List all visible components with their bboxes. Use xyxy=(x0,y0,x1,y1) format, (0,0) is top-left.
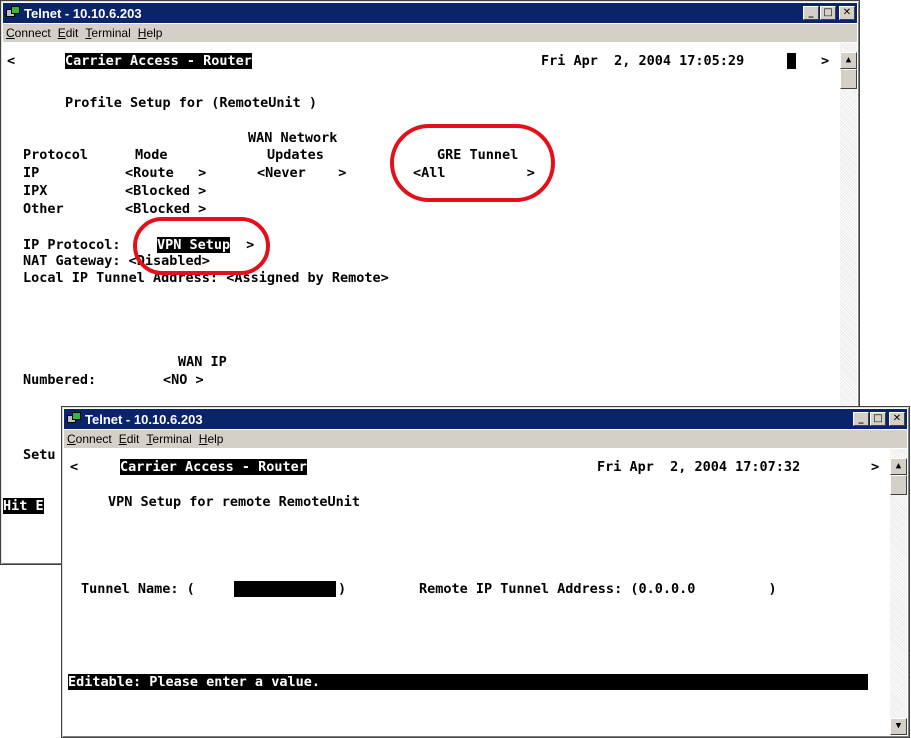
cursor xyxy=(787,53,796,69)
ip-updates-field[interactable]: <Never > xyxy=(257,165,346,181)
menu-connect[interactable]: Connect xyxy=(67,432,112,446)
window-title: Telnet - 10.10.6.203 xyxy=(85,411,203,427)
menu-bar: Connect Edit Terminal Help xyxy=(64,430,907,448)
scroll-thumb[interactable] xyxy=(890,475,907,495)
close-icon[interactable]: ✕ xyxy=(889,412,905,426)
numbered-field[interactable]: <NO > xyxy=(163,372,204,388)
close-icon[interactable]: ✕ xyxy=(839,6,855,20)
profile-title: Profile Setup for (RemoteUnit ) xyxy=(65,95,317,111)
wan-ip-header: WAN IP xyxy=(178,354,227,370)
title-bar[interactable]: Telnet - 10.10.6.203 _ □ ✕ xyxy=(64,409,907,429)
minimize-icon[interactable]: _ xyxy=(803,6,819,20)
menu-help[interactable]: Help xyxy=(138,26,163,40)
menu-connect[interactable]: Connect xyxy=(6,26,51,40)
menu-edit[interactable]: Edit xyxy=(119,432,140,446)
mode-header: Mode xyxy=(135,147,168,163)
ipx-protocol-row: IPX xyxy=(23,183,48,199)
scroll-down-icon[interactable]: ▼ xyxy=(890,718,907,735)
telnet-app-icon xyxy=(67,412,81,426)
tunnel-name-input[interactable] xyxy=(234,581,336,597)
maximize-icon[interactable]: □ xyxy=(870,412,886,426)
scroll-up-icon[interactable]: ▲ xyxy=(840,52,857,69)
telnet-app-icon xyxy=(6,6,20,20)
tunnel-name-close: ) xyxy=(338,581,347,597)
terminal-screen[interactable]: < Carrier Access - Router Fri Apr 2, 200… xyxy=(64,449,889,735)
scroll-up-icon[interactable]: ▲ xyxy=(890,458,907,475)
header-title: Carrier Access - Router xyxy=(65,53,252,69)
highlight-circle-vpn-setup xyxy=(133,217,270,275)
telnet-window-front[interactable]: Telnet - 10.10.6.203 _ □ ✕ Connect Edit … xyxy=(61,406,910,738)
tunnel-name-label: Tunnel Name: ( xyxy=(81,581,195,597)
menu-edit[interactable]: Edit xyxy=(58,26,79,40)
scroll-left-marker: < xyxy=(7,53,16,69)
ipx-mode-field[interactable]: <Blocked > xyxy=(125,183,206,199)
other-mode-field[interactable]: <Blocked > xyxy=(125,201,206,217)
ip-protocol-row: IP xyxy=(23,165,40,181)
title-bar[interactable]: Telnet - 10.10.6.203 _ □ ✕ xyxy=(3,3,857,23)
menu-help[interactable]: Help xyxy=(199,432,224,446)
highlight-circle-gre-tunnel xyxy=(390,124,555,202)
maximize-icon[interactable]: □ xyxy=(820,6,836,20)
header-datetime: Fri Apr 2, 2004 17:07:32 xyxy=(597,459,801,475)
protocol-header: Protocol xyxy=(23,147,89,163)
minimize-icon[interactable]: _ xyxy=(853,412,869,426)
scroll-left-marker: < xyxy=(70,459,79,475)
menu-terminal[interactable]: Terminal xyxy=(85,26,130,40)
window-title: Telnet - 10.10.6.203 xyxy=(24,5,142,21)
wan-network-header: WAN Network xyxy=(248,130,338,146)
hit-enter-partial-text: Hit E xyxy=(3,498,44,514)
other-protocol-row: Other xyxy=(23,201,64,217)
menu-bar: Connect Edit Terminal Help xyxy=(3,24,857,42)
scroll-right-marker: > xyxy=(821,53,830,69)
ip-protocol-label: IP Protocol: xyxy=(23,237,121,253)
ip-mode-field[interactable]: <Route > xyxy=(125,165,206,181)
remote-ip-tunnel-field[interactable]: Remote IP Tunnel Address: (0.0.0.0 ) xyxy=(419,581,777,597)
menu-terminal[interactable]: Terminal xyxy=(146,432,191,446)
vpn-setup-title: VPN Setup for remote RemoteUnit xyxy=(108,494,360,510)
setup-partial-text: Setu xyxy=(23,447,56,463)
header-datetime: Fri Apr 2, 2004 17:05:29 xyxy=(541,53,745,69)
scroll-thumb[interactable] xyxy=(840,69,857,89)
numbered-label: Numbered: xyxy=(23,372,97,388)
vertical-scrollbar[interactable]: ▲ ▼ xyxy=(890,449,907,735)
header-title: Carrier Access - Router xyxy=(120,459,307,475)
updates-header: Updates xyxy=(267,147,324,163)
scroll-right-marker: > xyxy=(871,459,880,475)
status-line: Editable: Please enter a value. xyxy=(68,674,868,690)
